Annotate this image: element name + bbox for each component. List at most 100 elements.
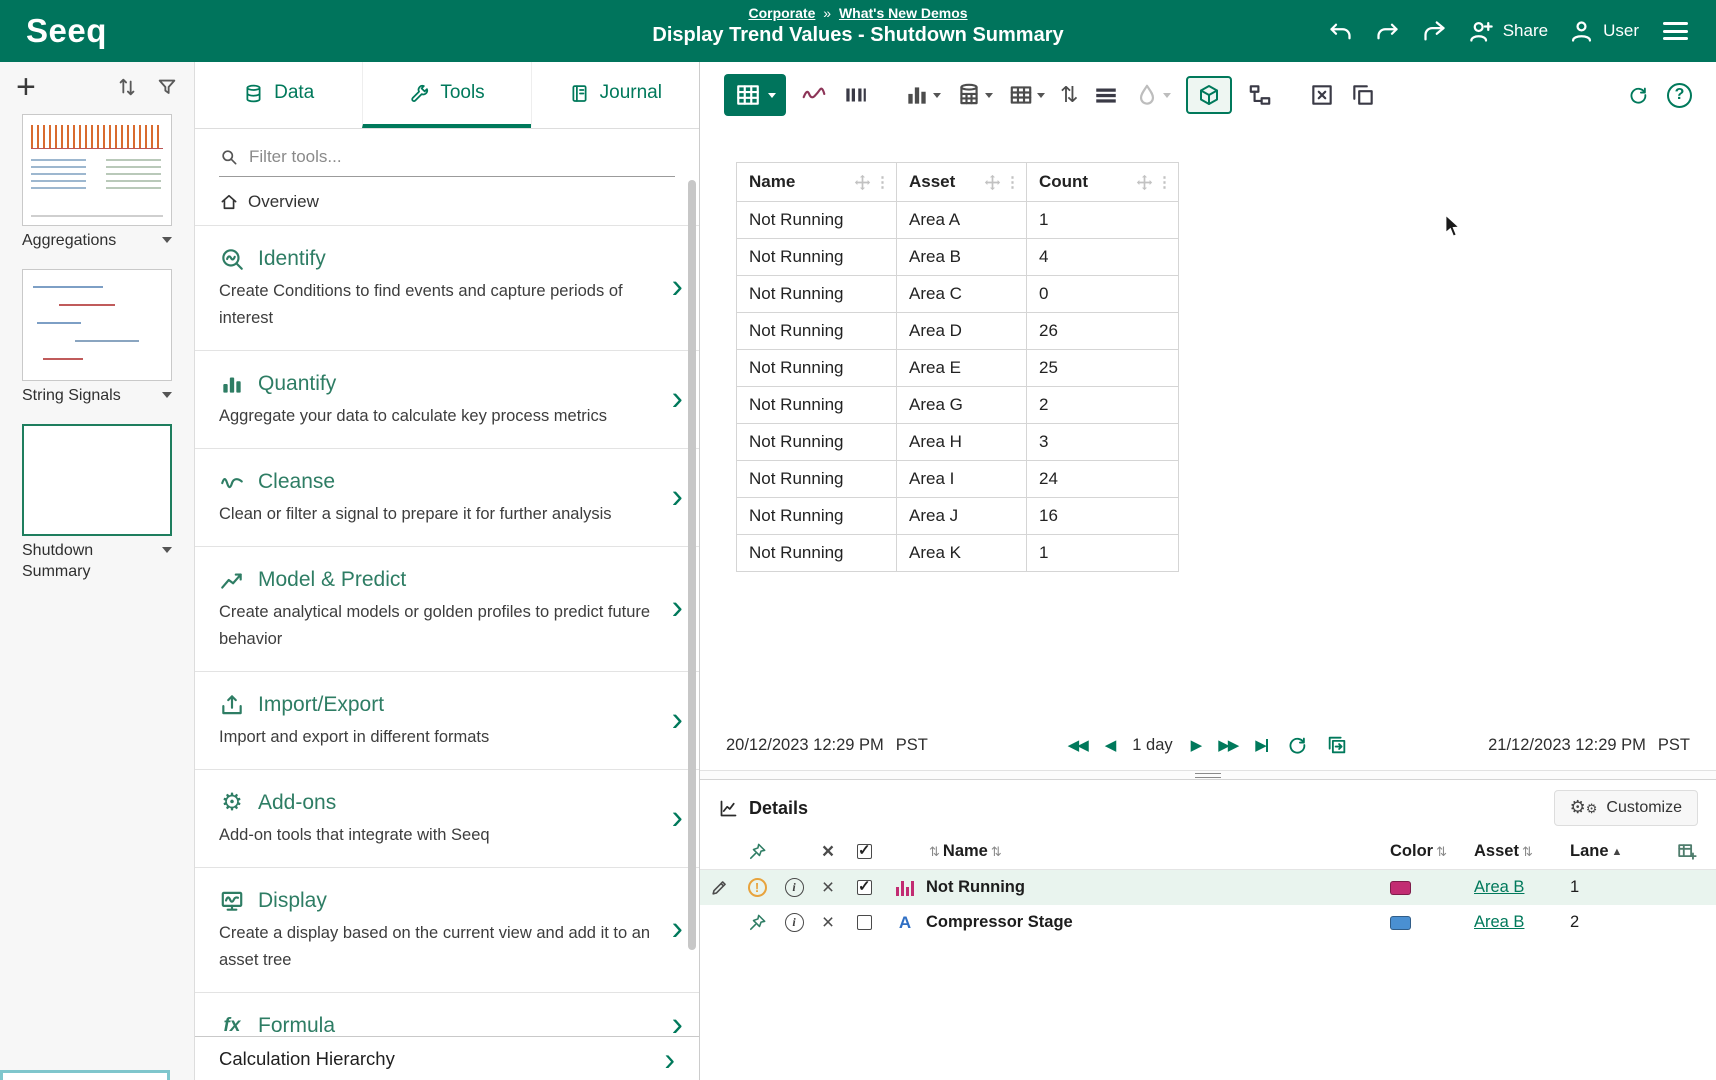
info-icon[interactable]: i <box>785 878 804 897</box>
trend-samples-icon[interactable] <box>801 82 827 108</box>
export-box-icon[interactable] <box>1309 82 1335 108</box>
panel-resize-handle[interactable] <box>700 770 1716 780</box>
bar-chart-view-button[interactable] <box>904 82 941 108</box>
chevron-down-icon[interactable] <box>162 547 172 553</box>
chevron-down-icon[interactable] <box>162 392 172 398</box>
auto-update-icon[interactable] <box>1286 734 1308 756</box>
reorder-worksheets-icon[interactable] <box>116 76 138 98</box>
details-row-compressor-stage[interactable]: i × A Compressor Stage Area B 2 <box>700 905 1716 940</box>
tool-cleanse[interactable]: Cleanse Clean or filter a signal to prep… <box>195 448 699 546</box>
details-column-name[interactable]: Name <box>943 842 988 861</box>
details-row-not-running[interactable]: ! i × Not Running Area B 1 <box>700 870 1716 905</box>
range-end[interactable]: 21/12/2023 12:29 PM PST <box>1488 736 1690 755</box>
filter-worksheets-icon[interactable] <box>156 76 178 98</box>
item-name[interactable]: Compressor Stage <box>926 913 1073 932</box>
filter-tools-input[interactable] <box>249 147 675 167</box>
threshold-button[interactable] <box>1134 82 1171 108</box>
tab-tools[interactable]: Tools <box>362 62 530 128</box>
remove-item-icon[interactable]: × <box>822 913 834 932</box>
column-menu-icon[interactable]: ⋮ <box>1157 173 1172 191</box>
tool-identify[interactable]: Identify Create Conditions to find event… <box>195 225 699 350</box>
warning-icon[interactable]: ! <box>748 878 767 897</box>
select-all-checkbox[interactable] <box>857 844 872 859</box>
worksheet-label-aggregations[interactable]: Aggregations <box>22 230 116 251</box>
range-end-datetime[interactable]: 21/12/2023 12:29 PM <box>1488 736 1646 755</box>
tool-display[interactable]: Display Create a display based on the cu… <box>195 867 699 992</box>
tool-quantify[interactable]: Quantify Aggregate your data to calculat… <box>195 350 699 448</box>
worksheet-label-shutdown-summary[interactable]: Shutdown Summary <box>22 540 130 582</box>
item-name[interactable]: Not Running <box>926 878 1025 897</box>
user-menu-button[interactable]: User <box>1568 18 1639 45</box>
color-swatch[interactable] <box>1390 916 1411 930</box>
refresh-icon[interactable] <box>1627 84 1649 106</box>
pin-icon[interactable] <box>748 913 767 932</box>
details-column-asset[interactable]: Asset <box>1474 842 1519 861</box>
asset-cube-toggle-button[interactable] <box>1186 76 1232 114</box>
asset-swap-icon[interactable] <box>1247 82 1273 108</box>
step-forward-icon[interactable]: ▶ <box>1191 736 1201 754</box>
details-column-lane[interactable]: Lane <box>1570 842 1609 861</box>
tool-model-predict[interactable]: Model & Predict Create analytical models… <box>195 546 699 671</box>
item-checkbox[interactable] <box>857 880 872 895</box>
move-column-icon[interactable] <box>1136 174 1153 191</box>
pin-column-icon[interactable] <box>748 842 767 861</box>
table-view-button[interactable] <box>724 74 786 116</box>
sort-icon[interactable]: ⇅ <box>991 844 1002 860</box>
move-column-icon[interactable] <box>984 174 1001 191</box>
worksheet-thumbnail-partial[interactable] <box>0 1070 170 1080</box>
new-worksheet-button[interactable]: + <box>16 72 36 102</box>
item-checkbox[interactable] <box>857 915 872 930</box>
tab-data[interactable]: Data <box>195 62 362 128</box>
info-icon[interactable]: i <box>785 913 804 932</box>
range-start[interactable]: 20/12/2023 12:29 PM PST <box>726 736 1068 755</box>
step-back-fast-icon[interactable]: ◀◀ <box>1068 736 1087 754</box>
remove-item-icon[interactable]: × <box>822 878 834 897</box>
color-swatch[interactable] <box>1390 881 1411 895</box>
redo-icon[interactable] <box>1374 18 1401 45</box>
asset-link[interactable]: Area B <box>1474 878 1524 897</box>
sort-icon[interactable]: ⇅ <box>929 844 940 860</box>
move-column-icon[interactable] <box>854 174 871 191</box>
asset-link[interactable]: Area B <box>1474 913 1524 932</box>
breadcrumb-current-link[interactable]: What's New Demos <box>839 5 968 21</box>
seeq-logo[interactable]: Seeq <box>0 12 133 50</box>
worksheet-thumbnail-string-signals[interactable] <box>22 269 172 381</box>
step-to-end-icon[interactable]: ▶ <box>1255 736 1268 754</box>
data-table-view-button[interactable] <box>956 82 993 108</box>
column-menu-icon[interactable]: ⋮ <box>1005 173 1020 191</box>
copy-icon[interactable] <box>1350 82 1376 108</box>
calculation-hierarchy-link[interactable]: Calculation Hierarchy › <box>195 1036 699 1080</box>
breadcrumb-parent-link[interactable]: Corporate <box>748 5 815 21</box>
details-column-color[interactable]: Color <box>1390 842 1433 861</box>
sort-icon[interactable]: ⇅ <box>1522 844 1533 860</box>
row-density-icon[interactable] <box>1093 82 1119 108</box>
tab-journal[interactable]: Journal <box>531 62 699 128</box>
hamburger-menu-icon[interactable] <box>1659 18 1692 44</box>
sort-ascending-icon[interactable]: ▲ <box>1612 846 1623 858</box>
share-button[interactable]: Share <box>1468 18 1548 45</box>
copy-time-range-icon[interactable] <box>1326 734 1348 756</box>
worksheet-thumbnail-shutdown-summary[interactable] <box>22 424 172 536</box>
step-forward-fast-icon[interactable]: ▶▶ <box>1218 736 1237 754</box>
worksheet-label-string-signals[interactable]: String Signals <box>22 385 121 406</box>
share-link-icon[interactable] <box>1421 18 1448 45</box>
help-icon[interactable]: ? <box>1667 83 1692 108</box>
step-back-icon[interactable]: ◀ <box>1105 736 1115 754</box>
tool-import-export[interactable]: Import/Export Import and export in diffe… <box>195 671 699 769</box>
range-duration[interactable]: 1 day <box>1132 736 1172 755</box>
range-start-datetime[interactable]: 20/12/2023 12:29 PM <box>726 736 884 755</box>
worksheet-thumbnail-aggregations[interactable] <box>22 114 172 226</box>
tool-add-ons[interactable]: ⚙ Add-ons Add-on tools that integrate wi… <box>195 769 699 867</box>
tools-overview-link[interactable]: Overview <box>195 177 699 225</box>
column-menu-icon[interactable]: ⋮ <box>875 173 890 191</box>
remove-all-icon[interactable]: × <box>822 842 834 861</box>
customize-button[interactable]: ⚙⚙ Customize <box>1554 790 1698 826</box>
add-column-icon[interactable] <box>1676 841 1698 863</box>
capsule-bars-icon[interactable] <box>842 82 868 108</box>
grid-table-view-button[interactable] <box>1008 82 1045 108</box>
sort-icon[interactable]: ⇅ <box>1436 844 1447 860</box>
tool-formula[interactable]: fx Formula › <box>195 992 699 1036</box>
sort-columns-icon[interactable]: ⇅ <box>1060 84 1078 106</box>
undo-icon[interactable] <box>1327 18 1354 45</box>
edit-pencil-icon[interactable] <box>710 878 729 897</box>
